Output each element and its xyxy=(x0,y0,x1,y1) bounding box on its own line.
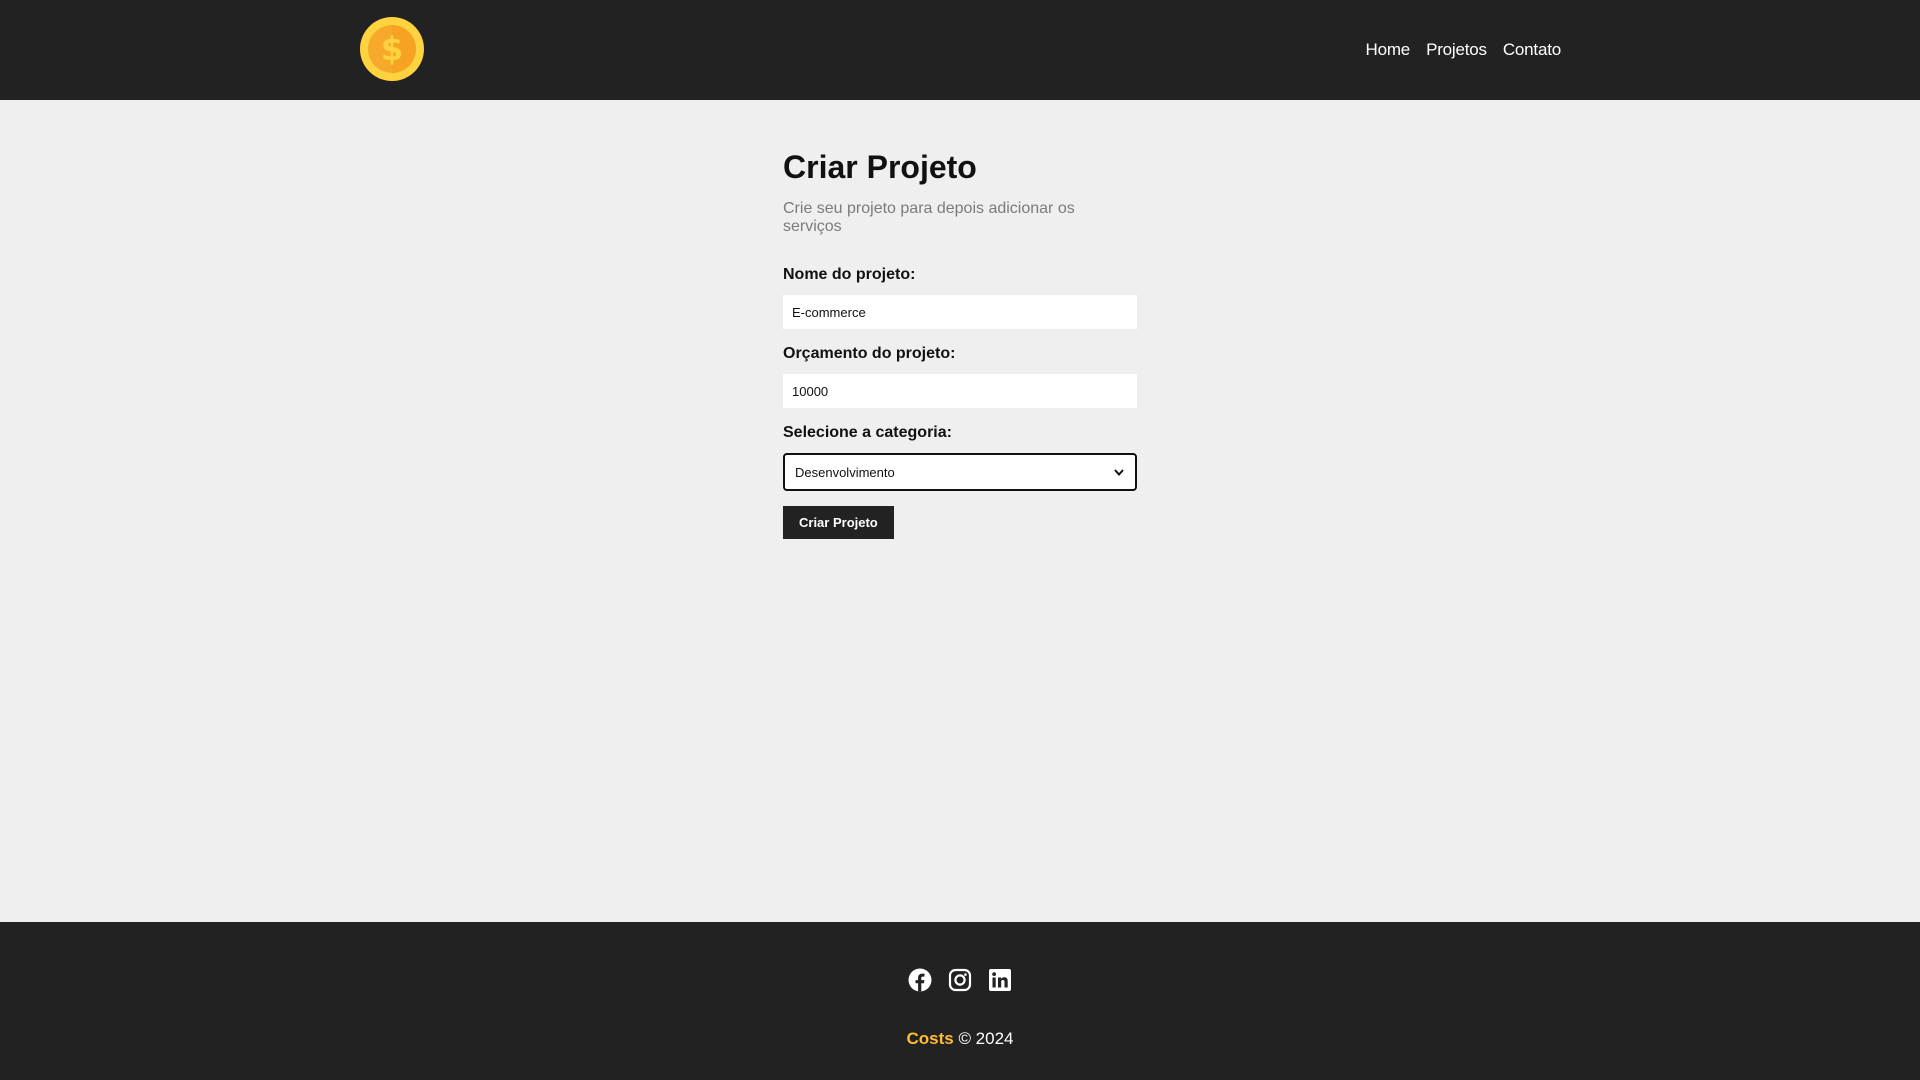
social-links xyxy=(0,968,1920,992)
navbar: $ Home Projetos Contato xyxy=(0,0,1920,100)
category-select[interactable]: Desenvolvimento xyxy=(783,453,1137,492)
create-project-form: Criar Projeto Crie seu projeto para depo… xyxy=(783,148,1137,540)
project-budget-label: Orçamento do projeto: xyxy=(783,345,956,363)
nav-link-contato[interactable]: Contato xyxy=(1503,40,1561,60)
nav-menu: Home Projetos Contato xyxy=(1366,0,1562,100)
linkedin-icon[interactable] xyxy=(988,968,1012,992)
category-selected-value: Desenvolvimento xyxy=(795,464,895,480)
copyright: Costs © 2024 xyxy=(0,1029,1920,1049)
project-category-label: Selecione a categoria: xyxy=(783,424,952,442)
nav-link-projetos[interactable]: Projetos xyxy=(1426,40,1487,60)
project-name-group: Nome do projeto: xyxy=(783,266,1137,330)
copyright-text: © 2024 xyxy=(958,1029,1014,1048)
instagram-icon[interactable] xyxy=(948,968,972,992)
chevron-down-icon xyxy=(1114,469,1124,477)
svg-text:$: $ xyxy=(381,30,403,68)
brand-name: Costs xyxy=(906,1029,954,1048)
create-project-button[interactable]: Criar Projeto xyxy=(783,506,894,540)
main-content: Criar Projeto Crie seu projeto para depo… xyxy=(0,100,1920,922)
facebook-icon[interactable] xyxy=(908,968,932,992)
footer: Costs © 2024 xyxy=(0,922,1920,1080)
project-name-input[interactable] xyxy=(783,295,1137,330)
project-budget-input[interactable] xyxy=(783,374,1137,409)
dollar-coin-icon[interactable]: $ xyxy=(359,16,425,82)
nav-link-home[interactable]: Home xyxy=(1366,40,1411,60)
page-subtitle: Crie seu projeto para depois adicionar o… xyxy=(783,200,1075,236)
project-name-label: Nome do projeto: xyxy=(783,266,916,284)
project-budget-group: Orçamento do projeto: xyxy=(783,345,1137,409)
project-category-group: Selecione a categoria: Desenvolvimento xyxy=(783,424,1137,492)
page-title: Criar Projeto xyxy=(783,149,977,185)
